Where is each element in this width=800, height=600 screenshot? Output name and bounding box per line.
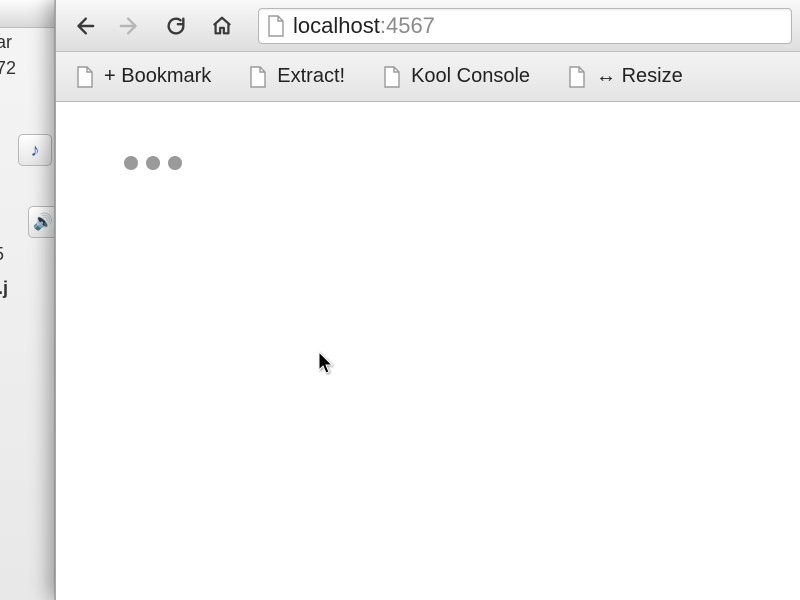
music-note-icon: ♪ bbox=[31, 140, 40, 161]
arrow-left-icon bbox=[73, 15, 95, 37]
reload-button[interactable] bbox=[156, 8, 196, 44]
dot-icon bbox=[168, 156, 182, 170]
bookmark-label: ↔ Resize bbox=[596, 65, 683, 88]
background-window: ar 72 ♪ 🔊 5 .j bbox=[0, 0, 55, 600]
bookmark-label: + Bookmark bbox=[104, 65, 211, 88]
page-content bbox=[56, 102, 800, 600]
reload-icon bbox=[165, 15, 187, 37]
back-button[interactable] bbox=[64, 8, 104, 44]
bg-text-fragment: 72 bbox=[0, 58, 16, 79]
home-icon bbox=[211, 15, 233, 37]
background-app-button[interactable]: 🔊 bbox=[28, 206, 55, 238]
bg-text-fragment: 5 bbox=[0, 244, 4, 265]
bg-text-fragment: ar bbox=[0, 32, 12, 53]
page-icon bbox=[76, 66, 94, 88]
address-bar[interactable]: localhost:4567 bbox=[258, 8, 792, 44]
bookmark-label: Extract! bbox=[277, 65, 345, 88]
navigation-toolbar: localhost:4567 bbox=[56, 0, 800, 52]
bookmarks-bar: + Bookmark Extract! Kool Console ↔ Resiz… bbox=[56, 52, 800, 102]
browser-window: localhost:4567 + Bookmark Extract! Kool … bbox=[55, 0, 800, 600]
page-icon bbox=[568, 66, 586, 88]
speaker-icon: 🔊 bbox=[33, 212, 53, 232]
bookmark-add[interactable]: + Bookmark bbox=[70, 61, 217, 92]
bg-text-fragment: .j bbox=[0, 278, 8, 299]
arrow-right-icon bbox=[119, 15, 141, 37]
bookmark-kool-console[interactable]: Kool Console bbox=[377, 61, 536, 92]
background-app-button[interactable]: ♪ bbox=[18, 134, 52, 166]
bookmark-label: Kool Console bbox=[411, 65, 530, 88]
page-icon bbox=[267, 15, 285, 37]
url-text: localhost:4567 bbox=[293, 13, 435, 39]
dot-icon bbox=[124, 156, 138, 170]
bookmark-resize[interactable]: ↔ Resize bbox=[562, 61, 689, 92]
dot-icon bbox=[146, 156, 160, 170]
forward-button[interactable] bbox=[110, 8, 150, 44]
url-port: 4567 bbox=[386, 13, 435, 38]
page-icon bbox=[249, 66, 267, 88]
home-button[interactable] bbox=[202, 8, 242, 44]
url-host: localhost bbox=[293, 13, 380, 38]
loading-dots bbox=[124, 156, 182, 170]
page-icon bbox=[383, 66, 401, 88]
bookmark-extract[interactable]: Extract! bbox=[243, 61, 351, 92]
